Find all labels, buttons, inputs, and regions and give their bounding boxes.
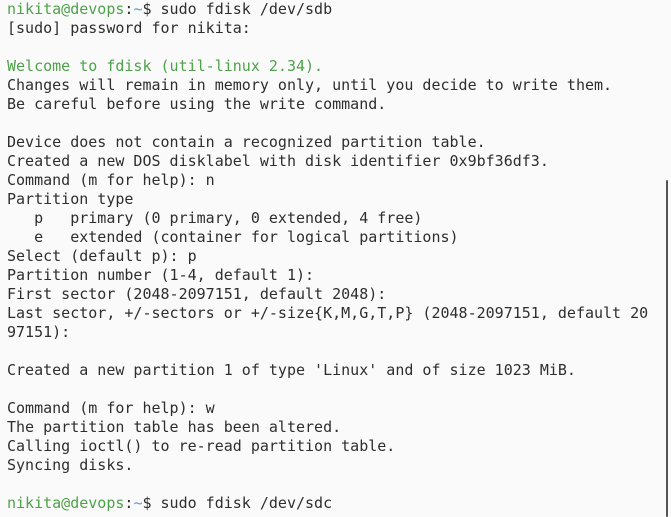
terminal-line: Last sector, +/-sectors or +/-size{K,M,G… (7, 304, 648, 323)
terminal-line: Select (default p): p (7, 247, 648, 266)
terminal-text: Created a new partition 1 of type 'Linux… (7, 361, 576, 379)
terminal-line: Device does not contain a recognized par… (7, 133, 648, 152)
terminal-text: Partition type (7, 190, 134, 208)
terminal-line: [sudo] password for nikita: (7, 19, 648, 38)
terminal-output[interactable]: nikita@devops:~$ sudo fdisk /dev/sdb [sud… (7, 0, 648, 513)
terminal-line: First sector (2048-2097151, default 2048… (7, 285, 648, 304)
terminal-text: Changes will remain in memory only, unti… (7, 76, 613, 94)
terminal-line: p primary (0 primary, 0 extended, 4 free… (7, 209, 648, 228)
terminal-text: Syncing disks. (7, 456, 134, 474)
terminal-text: $ sudo fdisk /dev/sdc (142, 494, 333, 512)
terminal-line: Command (m for help): w (7, 399, 648, 418)
terminal-line: 97151): (7, 323, 648, 342)
prompt-user-host: nikita@devops (7, 494, 125, 512)
terminal-line: Command (m for help): n (7, 171, 648, 190)
terminal-line: Welcome to fdisk (util-linux 2.34). (7, 57, 648, 76)
terminal-text: Created a new DOS disklabel with disk id… (7, 152, 549, 170)
terminal-text: Device does not contain a recognized par… (7, 133, 486, 151)
terminal-text: Be careful before using the write comman… (7, 95, 387, 113)
terminal-line: Partition type (7, 190, 648, 209)
terminal-text: Select (default p): p (7, 247, 197, 265)
terminal-text: Welcome to fdisk (util-linux 2.34). (7, 57, 324, 75)
terminal-line: nikita@devops:~$ sudo fdisk /dev/sdb (7, 0, 648, 19)
terminal-text: Calling ioctl() to re-read partition tab… (7, 437, 396, 455)
terminal-line: Changes will remain in memory only, unti… (7, 76, 648, 95)
terminal-line: Calling ioctl() to re-read partition tab… (7, 437, 648, 456)
scrollbar[interactable] (666, 180, 668, 517)
terminal-text: p primary (0 primary, 0 extended, 4 free… (7, 209, 423, 227)
terminal-text: Command (m for help): n (7, 171, 215, 189)
terminal-line: Partition number (1-4, default 1): (7, 266, 648, 285)
terminal-text: Last sector, +/-sectors or +/-size{K,M,G… (7, 304, 649, 322)
terminal-line: nikita@devops:~$ sudo fdisk /dev/sdc (7, 494, 648, 513)
terminal-text: First sector (2048-2097151, default 2048… (7, 285, 387, 303)
terminal-text: Command (m for help): w (7, 399, 215, 417)
terminal-text: 97151): (7, 323, 71, 341)
terminal-line: Created a new DOS disklabel with disk id… (7, 152, 648, 171)
terminal-line: Be careful before using the write comman… (7, 95, 648, 114)
terminal-line: Created a new partition 1 of type 'Linux… (7, 361, 648, 380)
prompt-user-host: nikita@devops (7, 0, 125, 18)
terminal-line: Syncing disks. (7, 456, 648, 475)
terminal-line: The partition table has been altered. (7, 418, 648, 437)
terminal-text: The partition table has been altered. (7, 418, 342, 436)
terminal-text: [sudo] password for nikita: (7, 19, 251, 37)
terminal-text: Partition number (1-4, default 1): (7, 266, 315, 284)
terminal-text: $ sudo fdisk /dev/sdb (142, 0, 333, 18)
terminal-text: e extended (container for logical partit… (7, 228, 459, 246)
terminal-line: e extended (container for logical partit… (7, 228, 648, 247)
